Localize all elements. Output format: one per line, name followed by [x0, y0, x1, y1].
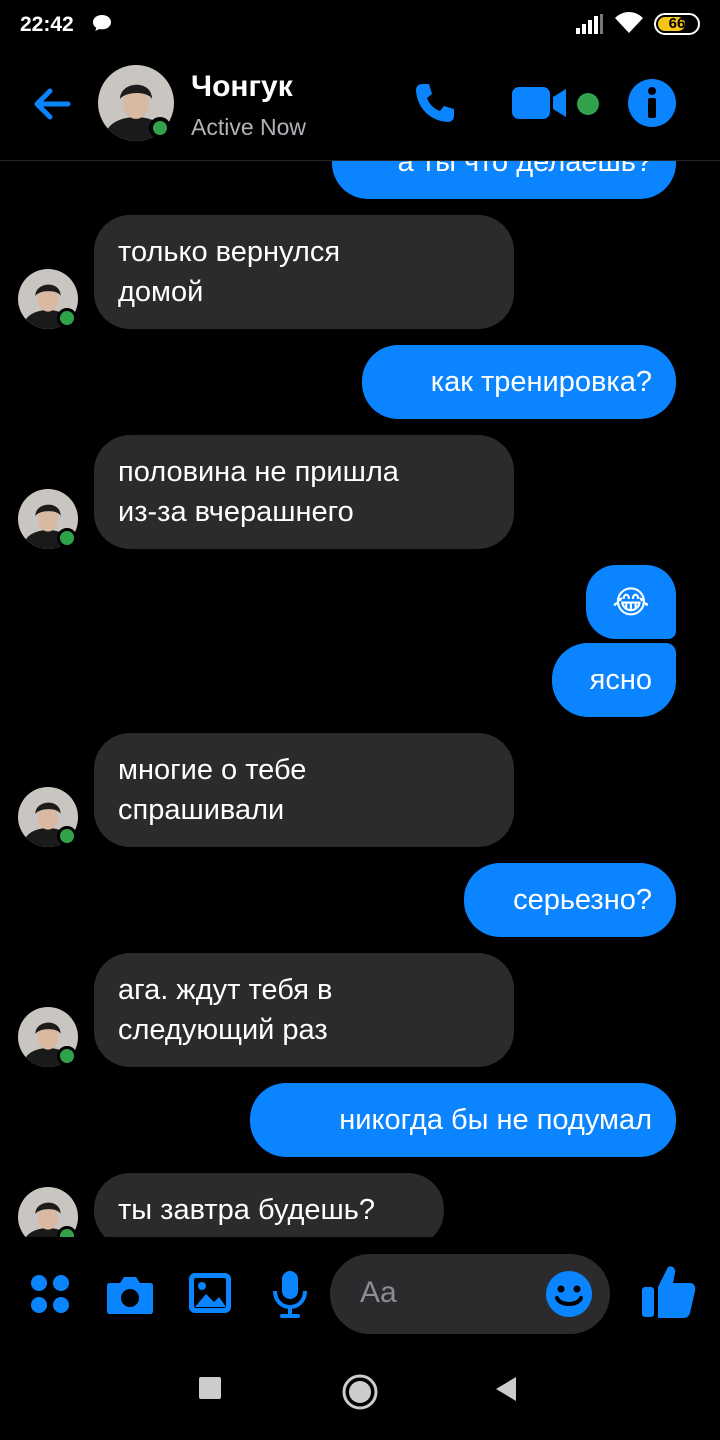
message-thread[interactable]: а ты что делаешь? только вернулся домой … — [0, 160, 720, 1237]
online-indicator — [57, 528, 77, 548]
chat-header: Чонгук Active Now — [0, 50, 720, 161]
status-time: 22:42 — [20, 13, 74, 36]
info-icon[interactable] — [627, 78, 677, 128]
home-circle-icon[interactable] — [341, 1373, 379, 1411]
message-input[interactable]: Aa — [330, 1254, 610, 1334]
recents-square-icon[interactable] — [198, 1376, 222, 1400]
wifi-icon — [615, 12, 643, 33]
emoji-icon[interactable] — [545, 1270, 593, 1318]
microphone-icon[interactable] — [270, 1269, 310, 1319]
gallery-icon[interactable] — [187, 1271, 233, 1315]
online-indicator — [57, 308, 77, 328]
battery-level: 66 — [668, 15, 686, 32]
message-composer: Aa — [0, 1237, 720, 1352]
video-active-dot — [577, 93, 599, 115]
like-thumb-icon[interactable] — [640, 1263, 698, 1321]
back-triangle-icon[interactable] — [494, 1376, 518, 1402]
incoming-message[interactable]: ты завтра будешь? — [94, 1173, 444, 1237]
online-indicator — [57, 826, 77, 846]
apps-grid-icon[interactable] — [30, 1274, 70, 1314]
message-input-placeholder: Aa — [360, 1276, 397, 1309]
battery-icon: 66 — [654, 13, 700, 35]
outgoing-message[interactable]: а ты что делаешь? — [332, 160, 676, 199]
outgoing-message[interactable]: как тренировка? — [362, 345, 676, 419]
system-nav-bar — [0, 1352, 720, 1440]
signal-icon — [576, 14, 603, 34]
back-arrow-icon[interactable] — [28, 80, 76, 128]
incoming-message[interactable]: многие о тебе спрашивали — [94, 733, 514, 847]
contact-name[interactable]: Чонгук — [191, 70, 293, 104]
chat-bubble-icon — [93, 15, 111, 31]
incoming-message[interactable]: ага. ждут тебя в следующий раз — [94, 953, 514, 1067]
camera-icon[interactable] — [106, 1273, 154, 1315]
online-indicator — [149, 117, 171, 139]
incoming-message[interactable]: половина не пришла из-за вчерашнего — [94, 435, 514, 549]
contact-status: Active Now — [191, 114, 307, 140]
outgoing-message[interactable]: серьезно? — [464, 863, 676, 937]
video-icon[interactable] — [510, 82, 568, 124]
phone-icon[interactable] — [412, 80, 458, 126]
status-bar: 22:42 66 — [0, 0, 720, 50]
incoming-message[interactable]: только вернулся домой — [94, 215, 514, 329]
outgoing-emoji-message[interactable]: 😂 — [586, 565, 676, 639]
outgoing-message[interactable]: никогда бы не подумал — [250, 1083, 676, 1157]
outgoing-message[interactable]: ясно — [552, 643, 676, 717]
online-indicator — [57, 1046, 77, 1066]
